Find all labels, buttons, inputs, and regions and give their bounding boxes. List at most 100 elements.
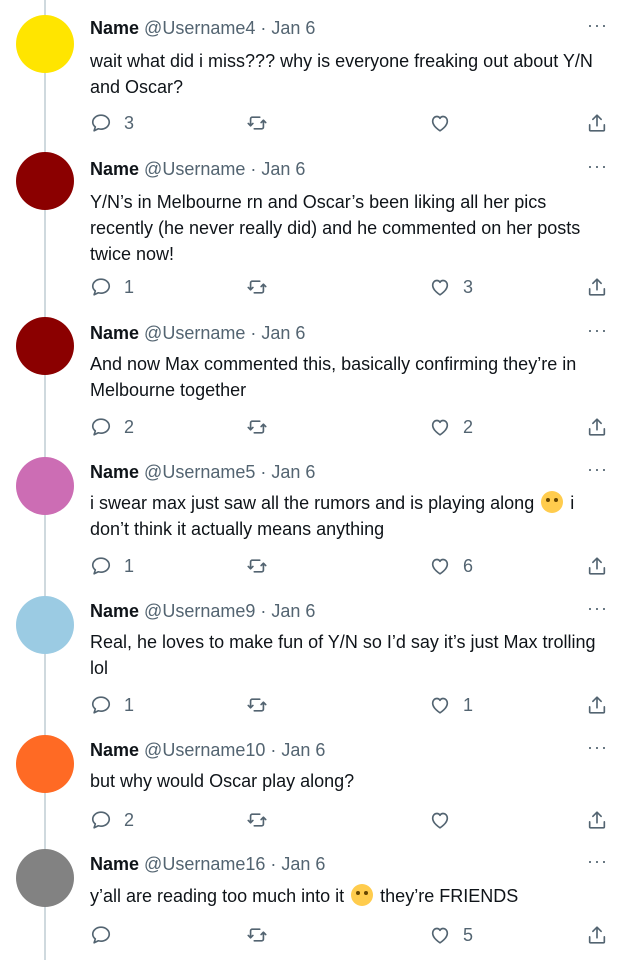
share-button[interactable] [586,692,608,718]
like-button[interactable]: 3 [429,274,473,300]
display-name[interactable]: Name [90,462,139,482]
handle[interactable]: @Username5 [144,462,255,482]
tweet-header: Name @Username16 · Jan 6 [90,853,325,875]
retweet-icon [247,928,267,942]
retweet-button[interactable] [246,553,280,579]
reply-button[interactable]: 2 [90,807,134,833]
reply-icon [91,114,111,132]
more-options-icon[interactable]: ··· [587,321,608,339]
avatar[interactable] [16,317,74,375]
share-button[interactable] [586,414,608,440]
share-button[interactable] [586,807,608,833]
retweet-button[interactable] [246,807,280,833]
handle[interactable]: @Username [144,323,245,343]
like-button[interactable]: 1 [429,692,473,718]
timestamp[interactable]: Jan 6 [281,740,325,760]
heart-icon [431,419,449,436]
tweet-header: Name @Username · Jan 6 [90,322,305,344]
retweet-button[interactable] [246,922,280,948]
handle[interactable]: @Username9 [144,601,255,621]
tweet-text: wait what did i miss??? why is everyone … [90,51,593,97]
avatar[interactable] [16,596,74,654]
share-button[interactable] [586,274,608,300]
more-options-icon[interactable]: ··· [587,852,608,870]
timestamp[interactable]: Jan 6 [271,18,315,38]
share-button[interactable] [586,922,608,948]
separator: · [260,18,267,38]
display-name[interactable]: Name [90,740,139,760]
like-button[interactable]: 2 [429,414,473,440]
display-name[interactable]: Name [90,601,139,621]
more-options-icon[interactable]: ··· [587,157,608,175]
reply-icon [91,557,111,575]
avatar[interactable] [16,152,74,210]
retweet-button[interactable] [246,274,280,300]
handle[interactable]: @Username16 [144,854,265,874]
share-icon [588,811,606,829]
timestamp[interactable]: Jan 6 [261,159,305,179]
more-options-icon[interactable]: ··· [587,599,608,617]
like-button[interactable]: 6 [429,553,473,579]
tweet-text: y’all are reading too much into it they’… [90,883,610,909]
reply-button[interactable]: 3 [90,110,134,136]
avatar[interactable] [16,457,74,515]
display-name[interactable]: Name [90,18,139,38]
reply-button[interactable]: 1 [90,553,134,579]
timestamp[interactable]: Jan 6 [261,323,305,343]
like-button[interactable]: 5 [429,922,473,948]
display-name[interactable]: Name [90,323,139,343]
more-options-icon[interactable]: ··· [587,738,608,756]
handle[interactable]: @Username10 [144,740,265,760]
tweet-text-part: they’re FRIENDS [380,886,519,906]
share-icon [588,557,606,575]
tweet-actions: 5 [0,922,628,948]
display-name[interactable]: Name [90,854,139,874]
more-options-icon[interactable]: ··· [587,460,608,478]
retweet-button[interactable] [246,110,280,136]
avatar[interactable] [16,849,74,907]
laughing-tears-emoji [351,884,374,906]
share-button[interactable] [586,553,608,579]
separator: · [250,159,257,179]
separator: · [260,462,267,482]
tweet-header: Name @Username · Jan 6 [90,158,305,180]
tweet-text: Real, he loves to make fun of Y/N so I’d… [90,632,596,678]
tweet-text-part: y’all are reading too much into it [90,886,345,906]
retweet-button[interactable] [246,414,280,440]
separator: · [260,601,267,621]
avatar[interactable] [16,15,74,73]
tweet-text: Y/N’s in Melbourne rn and Oscar’s been l… [90,192,581,264]
more-options-icon[interactable]: ··· [587,16,608,34]
handle[interactable]: @Username4 [144,18,255,38]
reply-button[interactable] [90,922,124,948]
timestamp[interactable]: Jan 6 [271,601,315,621]
heart-icon [431,279,449,296]
retweet-icon [247,698,267,712]
like-button[interactable] [429,110,463,136]
display-name[interactable]: Name [90,159,139,179]
reply-count: 2 [124,809,135,830]
retweet-button[interactable] [246,692,280,718]
reply-button[interactable]: 1 [90,692,134,718]
separator: · [250,323,257,343]
timestamp[interactable]: Jan 6 [281,854,325,874]
handle[interactable]: @Username [144,159,245,179]
avatar[interactable] [16,735,74,793]
tweet-text-part: i swear max just saw all the rumors and … [90,493,535,513]
share-icon [588,278,606,296]
like-count: 1 [463,694,474,715]
retweet-icon [247,116,267,130]
timestamp[interactable]: Jan 6 [271,462,315,482]
like-count: 6 [463,555,474,576]
tweet-text: but why would Oscar play along? [90,771,355,791]
share-button[interactable] [586,110,608,136]
like-button[interactable] [429,807,463,833]
reply-icon [91,418,111,436]
share-icon [588,696,606,714]
reply-button[interactable]: 1 [90,274,134,300]
reply-button[interactable]: 2 [90,414,134,440]
crying-face-emoji [541,491,564,513]
reply-icon [91,811,111,829]
heart-icon [431,812,449,829]
heart-icon [431,927,449,944]
